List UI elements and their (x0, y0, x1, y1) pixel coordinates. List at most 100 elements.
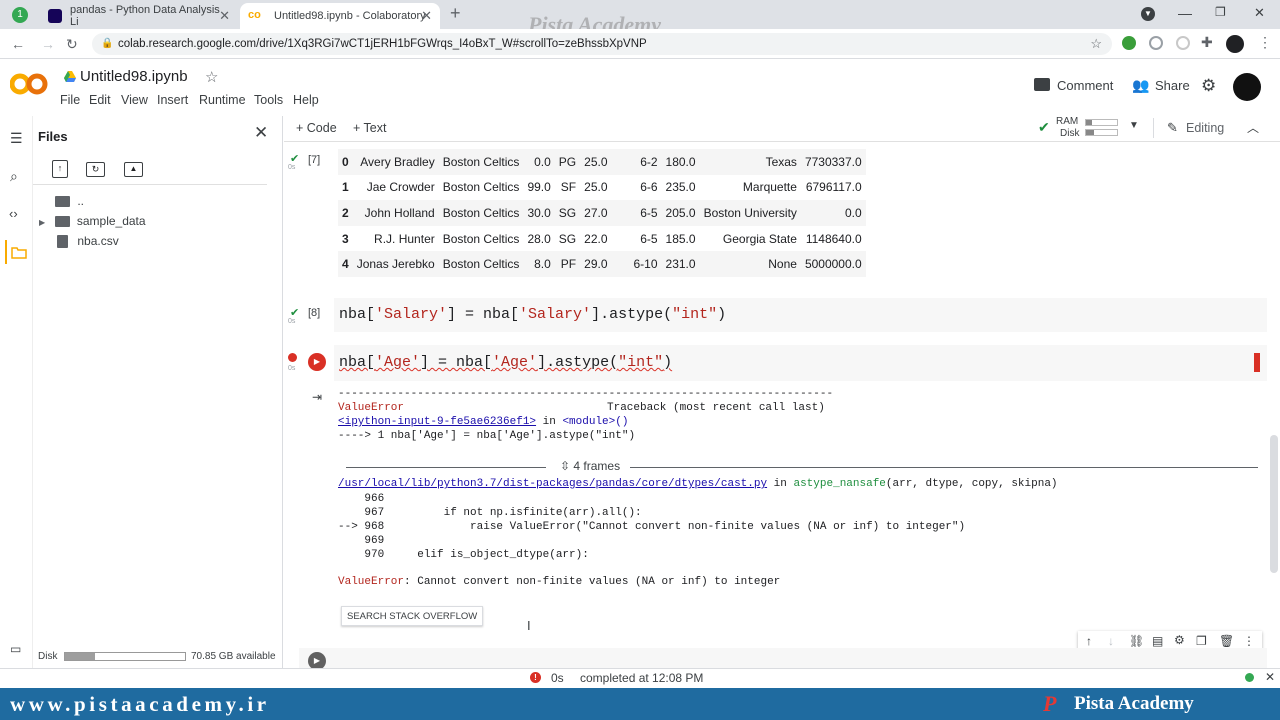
code-line[interactable]: nba['Salary'] = nba['Salary'].astype("in… (339, 306, 726, 323)
more-options-icon[interactable]: ⋮ (1243, 634, 1255, 648)
cast-py-link[interactable]: /usr/local/lib/python3.7/dist-packages/p… (338, 478, 767, 490)
menu-runtime[interactable]: Runtime (199, 93, 246, 107)
run-cell-button[interactable]: ▶ (308, 353, 326, 371)
comment-button[interactable]: Comment (1057, 78, 1113, 93)
lock-icon: 🔒 (101, 38, 114, 49)
extension-icon[interactable] (1176, 36, 1190, 50)
table-cell: 25.0 (584, 180, 608, 195)
expand-arrow-icon[interactable]: ▶ (39, 218, 45, 227)
cell-time: 0s (288, 365, 296, 372)
frames-toggle[interactable]: ⇳ 4 frames (560, 459, 620, 473)
close-icon[interactable]: ✕ (254, 123, 268, 143)
extension-icon[interactable] (1122, 36, 1136, 50)
settings-gear-icon[interactable]: ⚙ (1201, 76, 1216, 96)
code-line[interactable]: nba['Age'] = nba['Age'].astype("int") (339, 354, 672, 371)
row-index: 4 (342, 257, 349, 272)
disk-label: Disk (38, 651, 58, 662)
ipython-input-link[interactable]: <ipython-input-9-fe5ae6236ef1> (338, 416, 536, 428)
list-item[interactable]: ▶ sample_data (39, 214, 146, 228)
window-close-icon[interactable]: ✕ (1254, 5, 1265, 21)
comment-icon[interactable]: ▤ (1152, 634, 1163, 648)
add-text-button[interactable]: + Text (353, 121, 386, 135)
close-icon[interactable]: ✕ (421, 8, 432, 24)
menu-edit[interactable]: Edit (89, 93, 111, 107)
table-cell: 6-5 (640, 231, 658, 246)
tab-search-icon[interactable]: ▼ (1141, 7, 1155, 21)
browser-menu-icon[interactable]: ⋮ (1258, 34, 1272, 51)
search-stack-overflow-button[interactable]: SEARCH STACK OVERFLOW (341, 606, 484, 626)
code-cell[interactable] (299, 648, 1267, 668)
search-icon[interactable]: ⌕ (10, 168, 18, 185)
output-options-icon[interactable]: ⇥ (312, 390, 322, 404)
notebook-title[interactable]: Untitled98.ipynb (80, 68, 188, 85)
table-row: 1 Jae Crowder Boston Celtics 99.0 SF 25.0 6-6 2… (338, 175, 866, 201)
table-row: 3 R.J. Hunter Boston Celtics 28.0 SG 22.0 6-5 1… (338, 226, 866, 252)
menu-view[interactable]: View (121, 93, 148, 107)
mount-drive-icon[interactable]: ▲ (124, 162, 143, 177)
traceback-header: Traceback (most recent call last) (607, 402, 825, 414)
list-item[interactable]: .. (55, 194, 84, 208)
link-icon[interactable]: ⛓ (1129, 634, 1144, 648)
menu-insert[interactable]: Insert (157, 93, 188, 107)
scrollbar-thumb[interactable] (1270, 435, 1278, 573)
tab-colab[interactable]: co Untitled98.ipynb - Colaboratory ✕ (240, 3, 440, 29)
extension-icon[interactable] (1149, 36, 1163, 50)
table-cell: Boston Celtics (442, 180, 520, 195)
new-tab-icon[interactable]: + (450, 3, 461, 24)
text-cursor-icon: I (527, 618, 531, 633)
delete-icon[interactable]: 🗑 (1219, 634, 1234, 648)
browser-tab-bar: 1 pandas - Python Data Analysis Li ✕ co … (0, 0, 1280, 37)
terminal-icon[interactable]: ▭ (10, 642, 21, 656)
menu-file[interactable]: File (60, 93, 80, 107)
maximize-icon[interactable]: ❐ (1215, 5, 1226, 19)
files-panel-title: Files (38, 129, 68, 144)
connected-check-icon: ✔ (1038, 119, 1050, 135)
table-cell: 6-2 (640, 154, 658, 169)
puzzle-icon[interactable]: ✚ (1201, 34, 1213, 51)
menu-tools[interactable]: Tools (254, 93, 283, 107)
editing-mode-button[interactable]: Editing (1186, 121, 1224, 135)
toc-icon[interactable]: ☰ (10, 130, 23, 147)
menu-help[interactable]: Help (293, 93, 319, 107)
collapse-header-icon[interactable]: ︿ (1247, 119, 1259, 136)
avatar[interactable] (1226, 35, 1244, 53)
code-snippets-icon[interactable]: ‹› (9, 206, 18, 221)
table-cell: Boston Celtics (442, 257, 520, 272)
row-index: 3 (342, 231, 349, 246)
table-cell: 6-10 (633, 257, 658, 272)
forward-icon[interactable]: → (41, 36, 55, 52)
refresh-folder-icon[interactable]: ↻ (86, 162, 105, 177)
star-icon[interactable]: ☆ (205, 68, 218, 86)
reload-icon[interactable]: ↻ (66, 36, 78, 53)
drive-icon (64, 70, 76, 82)
table-cell: 6-6 (640, 180, 658, 195)
table-row: 4 Jonas Jerebko Boston Celtics 8.0 PF 29.0 6-1… (338, 251, 866, 277)
table-cell: 30.0 (527, 205, 551, 220)
table-cell: Jonas Jerebko (356, 257, 435, 272)
table-cell: 235.0 (665, 180, 696, 195)
traceback-file-line: /usr/local/lib/python3.7/dist-packages/p… (338, 478, 1058, 490)
list-item[interactable]: nba.csv (55, 234, 119, 249)
bookmark-star-icon[interactable]: ☆ (1090, 33, 1102, 55)
upload-icon[interactable]: ↑ (52, 160, 68, 178)
resources-dropdown-icon[interactable]: ▼ (1129, 120, 1139, 131)
files-icon[interactable] (5, 240, 27, 264)
profile-icon[interactable]: 1 (12, 7, 28, 23)
tab-pandas[interactable]: pandas - Python Data Analysis Li ✕ (40, 3, 238, 29)
close-icon[interactable]: ✕ (1265, 670, 1275, 684)
table-cell: SG (558, 205, 577, 220)
back-icon[interactable]: ← (11, 36, 25, 52)
pista-academy-banner: www.pistaacademy.ir P Pista Academy (0, 688, 1280, 720)
minimize-icon[interactable]: — (1178, 5, 1192, 21)
add-code-button[interactable]: + Code (296, 121, 337, 135)
settings-gear-icon[interactable]: ⚙ (1174, 633, 1185, 647)
move-down-icon[interactable]: ↓ (1108, 634, 1114, 648)
row-index: 1 (342, 180, 349, 195)
table-cell: SG (558, 231, 577, 246)
avatar[interactable] (1233, 73, 1261, 101)
mirror-cell-icon[interactable]: ❐ (1196, 634, 1207, 648)
move-up-icon[interactable]: ↑ (1086, 634, 1092, 648)
share-button[interactable]: Share (1155, 78, 1190, 93)
close-icon[interactable]: ✕ (219, 8, 230, 24)
url-field[interactable]: 🔒 colab.research.google.com/drive/1Xq3RG… (92, 33, 1112, 55)
